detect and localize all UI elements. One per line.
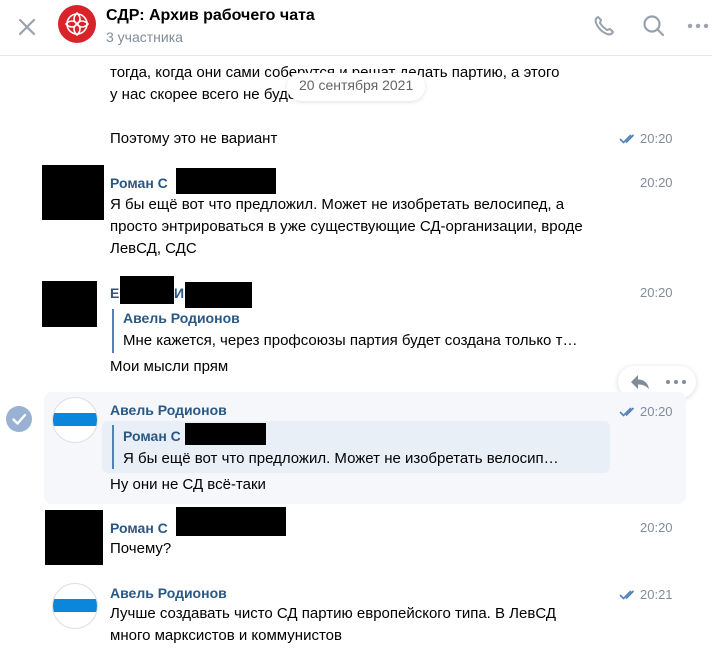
read-check-icon xyxy=(619,407,635,417)
message-text-line: ЛевСД, СДС xyxy=(110,240,197,257)
close-icon[interactable] xyxy=(14,14,40,40)
message-author[interactable]: Е xyxy=(110,285,119,301)
avatar[interactable] xyxy=(52,583,98,629)
message-author[interactable]: Авель Родионов xyxy=(110,585,227,601)
participant-count[interactable]: 3 участника xyxy=(106,29,183,45)
redaction-block xyxy=(120,276,174,304)
message-text-line: Лучше создавать чисто СД партию европейс… xyxy=(110,605,557,622)
message-time: 20:20 xyxy=(640,285,673,300)
message-time: 20:20 xyxy=(640,404,673,419)
redaction-block xyxy=(185,282,252,308)
phone-icon[interactable] xyxy=(590,12,618,40)
message-text-line: Я бы ещё вот что предложил. Может не изо… xyxy=(110,196,565,213)
read-check-icon xyxy=(619,134,635,144)
avatar[interactable] xyxy=(42,281,97,327)
redaction-block xyxy=(176,168,276,194)
message-author[interactable]: Авель Родионов xyxy=(110,402,227,418)
message-text-line: много марксистов и коммунистов xyxy=(110,627,342,644)
read-check-icon xyxy=(619,590,635,600)
avatar[interactable] xyxy=(52,397,98,443)
redaction-block xyxy=(185,423,266,445)
chat-header: СДР: Архив рабочего чата 3 участника xyxy=(0,0,712,56)
quote-bar xyxy=(112,425,114,469)
message-text-line: у нас скорее всего не будет xyxy=(110,86,303,103)
quote-author[interactable]: Роман С xyxy=(123,428,181,444)
message-text: Мои мысли прям xyxy=(110,358,229,375)
message-text: Почему? xyxy=(110,540,172,557)
message-time: 20:20 xyxy=(640,520,673,535)
chat-title[interactable]: СДР: Архив рабочего чата xyxy=(106,7,315,25)
message-time: 20:21 xyxy=(640,587,673,602)
chat-avatar[interactable] xyxy=(58,5,96,43)
quote-bar xyxy=(112,309,114,353)
message-author[interactable]: И xyxy=(174,285,184,301)
quote-text[interactable]: Я бы ещё вот что предложил. Может не изо… xyxy=(123,450,559,467)
message-text: Ну они не СД всё-таки xyxy=(110,476,266,493)
quote-text[interactable]: Мне кажется, через профсоюзы партия буде… xyxy=(123,332,577,349)
more-icon[interactable] xyxy=(664,376,688,388)
reply-icon[interactable] xyxy=(628,372,652,392)
date-separator: 20 сентября 2021 xyxy=(287,73,426,101)
avatar[interactable] xyxy=(42,165,104,220)
message-text: Поэтому это не вариант xyxy=(110,130,278,147)
avatar[interactable] xyxy=(45,510,103,565)
selected-check-icon[interactable] xyxy=(6,406,32,432)
search-icon[interactable] xyxy=(640,12,668,40)
message-time: 20:20 xyxy=(640,175,673,190)
message-time: 20:20 xyxy=(640,131,673,146)
message-author[interactable]: Роман С xyxy=(110,520,168,536)
redaction-block xyxy=(176,507,286,536)
message-author[interactable]: Роман С xyxy=(110,175,168,191)
quote-author[interactable]: Авель Родионов xyxy=(123,310,240,326)
more-icon[interactable] xyxy=(684,12,712,40)
message-text-line: просто энтрироваться в уже существующие … xyxy=(110,218,583,235)
